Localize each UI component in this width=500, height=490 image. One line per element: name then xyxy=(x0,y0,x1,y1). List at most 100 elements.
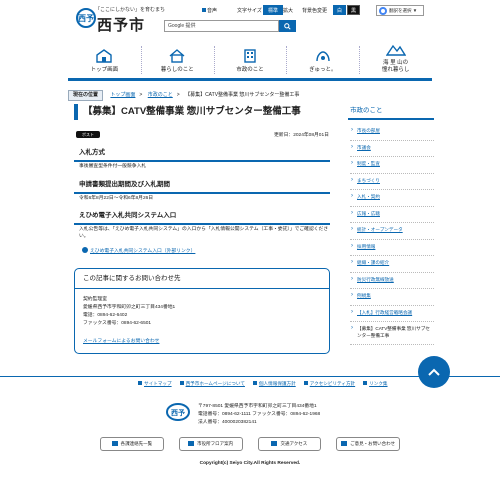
text-size-label: 文字サイズ xyxy=(237,8,262,14)
footer-address-line: 〒797-8501 愛媛県西予市宇和町卯之町三丁目434番地1 xyxy=(198,404,317,409)
footer-button-label: 各課連絡先一覧 xyxy=(120,441,153,446)
floor-icon xyxy=(188,441,195,446)
breadcrumb-government[interactable]: 市政のこと xyxy=(148,92,173,98)
search-input[interactable]: Google 提供 xyxy=(164,20,279,32)
sidebar-item[interactable]: 例規集 xyxy=(350,289,434,306)
gnav-item-government[interactable]: 市政のこと xyxy=(213,40,287,78)
inquiry-fax: ファックス番号：0894-62-6501 xyxy=(83,321,152,326)
chevron-up-icon xyxy=(428,368,440,376)
footer-buttons: 各課連絡先一覧 市役所フロア案内 交通アクセス ご意見・お問い合わせ xyxy=(100,437,400,451)
breadcrumb-separator: > xyxy=(139,92,143,98)
inquiry-title: この記事に関するお問い合わせ先 xyxy=(75,269,329,289)
building-icon xyxy=(244,48,256,63)
inquiry-button[interactable]: ご意見・お問い合わせ xyxy=(336,437,400,451)
phone-book-icon xyxy=(111,441,118,446)
sidebar-item[interactable]: 【入札】行政経営戦略会議 xyxy=(350,306,434,322)
inquiry-department: 契約監理室 xyxy=(83,297,107,302)
search-icon xyxy=(284,22,291,30)
footer-phone-line: 電話番号：0894-62-1111 ファックス番号：0894-62-1968 xyxy=(198,412,321,417)
footer-link-about[interactable]: 西予市ホームページについて xyxy=(179,380,245,388)
sidebar-item[interactable]: 防災行政無線放送 xyxy=(350,273,434,289)
gnav-label-living: 暮らしのこと xyxy=(160,66,194,73)
voice-button[interactable]: 音声 xyxy=(202,7,217,14)
gnav-item-lifestyle[interactable]: 海 里 山の 憧れ暮らし xyxy=(359,40,432,78)
bg-color-label: 背景色変更 xyxy=(302,8,328,14)
sidebar-item[interactable]: 入札・契約 xyxy=(350,190,434,207)
sidebar-item[interactable]: 広報・広聴 xyxy=(350,207,434,223)
arrow-icon xyxy=(82,247,88,253)
breadcrumb-separator: > xyxy=(176,92,180,98)
gnav-item-gyutto[interactable]: ぎゅっと。 xyxy=(286,40,359,78)
footer-link-links[interactable]: リンク集 xyxy=(363,380,388,388)
x-post-button[interactable]: ポスト xyxy=(76,131,100,138)
footer-link-privacy[interactable]: 個人情報保護方針 xyxy=(252,380,296,388)
bullet-icon xyxy=(363,381,368,385)
sidebar-item[interactable]: 組織・課の紹介 xyxy=(350,256,434,273)
sidebar-title: 市政のこと xyxy=(348,104,434,120)
inquiry-details: 契約監理室 愛媛県西予市宇和町卯之町三丁目434番地1 電話：0894-62-6… xyxy=(83,296,175,328)
site-name[interactable]: 西予市 xyxy=(97,14,145,35)
footer-link-accessibility[interactable]: アクセシビリティ方針 xyxy=(303,380,356,388)
mail-icon xyxy=(341,441,348,446)
floor-guide-button[interactable]: 市役所フロア案内 xyxy=(178,437,243,451)
access-button[interactable]: 交通アクセス xyxy=(257,437,322,451)
sidebar-item[interactable]: 市長の部屋 xyxy=(350,124,434,141)
breadcrumb-current: 【募集】CATV整備事業 惣川サブセンター整備工事 xyxy=(185,92,300,98)
contact-list-button[interactable]: 各課連絡先一覧 xyxy=(100,437,164,451)
house-icon xyxy=(96,48,113,63)
footer-link-label: アクセシビリティ方針 xyxy=(309,381,356,386)
external-link-label: えひめ電子入札共同システム入口（外部リンク） xyxy=(90,249,196,254)
sidebar-item[interactable]: 統計・オープンデータ xyxy=(350,223,434,240)
bullet-icon xyxy=(179,381,184,385)
sidebar-item[interactable]: 市議会 xyxy=(350,141,434,157)
voice-label: 音声 xyxy=(207,8,218,14)
footer-divider xyxy=(0,376,500,377)
page-title: 【募集】CATV整備事業 惣川サブセンター整備工事 xyxy=(74,104,330,120)
footer-corp-number: 法人番号：4000020382141 xyxy=(198,420,257,425)
mountain-icon xyxy=(385,44,406,56)
gnav-label-gyutto: ぎゅっと。 xyxy=(309,66,337,73)
gnav-item-top[interactable]: トップ画面 xyxy=(68,40,141,78)
section-heading-period: 申請書類提出期間及び入札期間 xyxy=(74,178,330,194)
footer-link-label: 個人情報保護方針 xyxy=(258,381,296,386)
sidebar-item[interactable]: 制度・監査 xyxy=(350,157,434,174)
sidebar-item[interactable]: 採用情報 xyxy=(350,240,434,256)
footer-link-label: リンク集 xyxy=(369,381,388,386)
translate-select[interactable]: 翻訳を選択 ▼ xyxy=(376,5,424,16)
bg-black-button[interactable]: 黒 xyxy=(347,5,360,15)
car-icon xyxy=(271,441,278,446)
copyright: Copyright(c) Seiyo City.All Rights Reser… xyxy=(199,461,301,466)
footer-button-label: ご意見・お問い合わせ xyxy=(350,441,396,446)
footer-link-sitemap[interactable]: サイトマップ xyxy=(138,380,172,388)
text-size-standard-button[interactable]: 標準 xyxy=(263,5,284,15)
breadcrumb-home[interactable]: トップ画面 xyxy=(110,92,135,98)
footer-button-label: 市役所フロア案内 xyxy=(197,441,234,446)
hands-icon xyxy=(316,50,330,61)
section-heading-system: えひめ電子入札共同システム入口 xyxy=(74,209,330,225)
bullet-icon xyxy=(252,381,257,385)
city-logo[interactable]: 西予 xyxy=(76,8,96,28)
site-tagline: 「ここにしかない」を育むまち xyxy=(95,7,166,13)
updated-date: 更新日：2024年08月01日 xyxy=(274,133,329,138)
footer-link-label: 西予市ホームページについて xyxy=(185,381,245,386)
section-body-period: 令和6年8月22日～令和6年8月26日 xyxy=(79,196,154,201)
search-button[interactable] xyxy=(279,20,296,32)
section-heading-bid-method: 入札方式 xyxy=(74,146,330,162)
footer-address: 〒797-8501 愛媛県西予市宇和町卯之町三丁目434番地1 電話番号：089… xyxy=(198,403,320,427)
external-system-link[interactable]: えひめ電子入札共同システム入口（外部リンク） xyxy=(82,247,195,254)
page-top-button[interactable] xyxy=(418,356,450,388)
gnav-item-living[interactable]: 暮らしのこと xyxy=(140,40,214,78)
footer-logo-text: 西予 xyxy=(171,410,185,417)
translate-label: 翻訳を選択 ▼ xyxy=(389,8,418,13)
sidebar-item[interactable]: まちづくり xyxy=(350,174,434,190)
bg-white-button[interactable]: 白 xyxy=(333,5,346,15)
text-size-enlarge-button[interactable]: 拡大 xyxy=(283,7,293,14)
sidebar-list: 市長の部屋 市議会 制度・監査 まちづくり 入札・契約 広報・広聴 統計・オープ… xyxy=(350,124,434,345)
gnav-underline xyxy=(68,78,432,81)
inquiry-phone: 電話：0894-62-6402 xyxy=(83,313,128,318)
inquiry-box: この記事に関するお問い合わせ先 契約監理室 愛媛県西予市宇和町卯之町三丁目434… xyxy=(74,268,330,354)
sidebar-item-current: 【募集】CATV整備事業 惣川サブセンター整備工事 xyxy=(350,322,434,345)
inquiry-mail-link[interactable]: メールフォームによるお問い合わせ xyxy=(83,337,159,344)
home-icon xyxy=(169,48,185,63)
bullet-icon xyxy=(303,381,308,385)
